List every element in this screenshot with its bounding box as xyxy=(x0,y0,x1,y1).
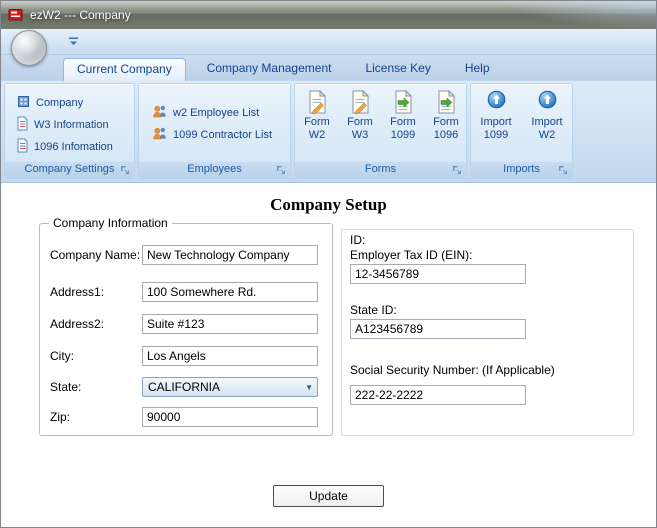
ribbon-item-1099-contractor-list[interactable]: 1099 Contractor List xyxy=(149,125,275,144)
button-label-line2: 1099 xyxy=(390,129,416,141)
import-arrow-icon xyxy=(471,88,521,116)
id-heading: ID: xyxy=(350,233,366,247)
group-caption-employees: Employees xyxy=(139,162,290,178)
zip-label: Zip: xyxy=(50,410,71,424)
address2-input[interactable] xyxy=(142,314,318,334)
ribbon-item-w3-information[interactable]: W3 Information xyxy=(13,115,112,135)
ribbon-tabs: Current Company Company Management Licen… xyxy=(63,58,503,81)
ribbon: Company W3 Information 1096 Infomation C… xyxy=(1,81,656,183)
ribbon-item-label: w2 Employee List xyxy=(173,106,260,119)
ein-input[interactable] xyxy=(350,264,526,284)
button-label-line2: W3 xyxy=(351,129,369,141)
button-label-line1: Form xyxy=(347,116,373,128)
ribbon-item-company[interactable]: Company xyxy=(13,93,86,113)
state-select[interactable]: CALIFORNIA ▼ xyxy=(142,377,318,397)
window-title: ezW2 --- Company xyxy=(30,8,131,22)
people-icon xyxy=(152,126,168,143)
ribbon-item-label: 1096 Infomation xyxy=(34,141,113,153)
people-icon xyxy=(152,104,168,121)
city-label: City: xyxy=(50,349,74,363)
ribbon-item-label: W3 Information xyxy=(34,119,109,131)
state-select-value: CALIFORNIA xyxy=(148,380,221,394)
dialog-launcher-icon[interactable] xyxy=(120,164,132,176)
form-arrow-icon xyxy=(382,88,424,116)
button-label-line1: Form xyxy=(390,116,416,128)
form-1099-button[interactable]: Form 1099 xyxy=(382,88,424,142)
groupbox-legend: Company Information xyxy=(49,216,172,230)
zip-input[interactable] xyxy=(142,407,318,427)
group-caption-forms: Forms xyxy=(295,162,466,178)
import-w2-button[interactable]: Import W2 xyxy=(522,88,572,142)
company-information-groupbox: Company Information Company Name: Addres… xyxy=(39,216,333,436)
company-name-input[interactable] xyxy=(142,245,318,265)
form-w2-button[interactable]: Form W2 xyxy=(296,88,338,142)
form-w3-button[interactable]: Form W3 xyxy=(339,88,381,142)
button-label-line2: 1096 xyxy=(433,129,459,141)
state-id-input[interactable] xyxy=(350,319,526,339)
page-title: Company Setup xyxy=(270,195,387,214)
document-icon xyxy=(16,116,29,134)
qat-customize-button[interactable] xyxy=(65,34,81,50)
group-imports: Import 1099 Import W2 Imports xyxy=(470,83,573,179)
group-employees: w2 Employee List 1099 Contractor List Em… xyxy=(138,83,291,179)
tab-company-management[interactable]: Company Management xyxy=(194,58,345,81)
update-button[interactable]: Update xyxy=(273,485,384,507)
state-id-label: State ID: xyxy=(350,303,397,317)
group-caption-imports: Imports xyxy=(471,162,572,178)
form-1096-button[interactable]: Form 1096 xyxy=(425,88,467,142)
group-caption-company-settings: Company Settings xyxy=(5,162,134,178)
chevron-down-icon: ▼ xyxy=(305,382,313,392)
dialog-launcher-icon[interactable] xyxy=(558,164,570,176)
dialog-launcher-icon[interactable] xyxy=(452,164,464,176)
button-label-line2: W2 xyxy=(538,129,556,141)
tab-license-key[interactable]: License Key xyxy=(352,58,443,81)
ribbon-tab-strip: Current Company Company Management Licen… xyxy=(1,55,656,81)
button-label-line1: Import xyxy=(531,116,563,128)
address2-label: Address2: xyxy=(50,317,105,331)
tab-help[interactable]: Help xyxy=(452,58,503,81)
button-label-line1: Form xyxy=(304,116,330,128)
form-pencil-icon xyxy=(296,88,338,116)
main-content: Company Setup Company Information Compan… xyxy=(1,183,656,527)
ssn-input[interactable] xyxy=(350,385,526,405)
id-panel: ID: Employer Tax ID (EIN): State ID: Soc… xyxy=(341,229,634,436)
group-company-settings: Company W3 Information 1096 Infomation C… xyxy=(4,83,135,179)
form-pencil-icon xyxy=(339,88,381,116)
building-icon xyxy=(16,94,31,112)
app-icon xyxy=(8,7,24,23)
button-label-line1: Form xyxy=(433,116,459,128)
ribbon-item-1096-infomation[interactable]: 1096 Infomation xyxy=(13,137,116,157)
dialog-launcher-icon[interactable] xyxy=(276,164,288,176)
title-bar: ezW2 --- Company xyxy=(1,1,656,29)
address1-input[interactable] xyxy=(142,282,318,302)
button-label-line1: Import xyxy=(480,116,512,128)
document-icon xyxy=(16,138,29,156)
address1-label: Address1: xyxy=(50,285,105,299)
import-arrow-icon xyxy=(522,88,572,116)
ribbon-item-w2-employee-list[interactable]: w2 Employee List xyxy=(149,103,262,122)
app-window: ezW2 --- Company Current Company Company… xyxy=(0,0,657,528)
city-input[interactable] xyxy=(142,346,318,366)
quick-access-toolbar xyxy=(1,29,656,55)
import-1099-button[interactable]: Import 1099 xyxy=(471,88,521,142)
button-label-line2: 1099 xyxy=(483,129,509,141)
form-arrow-icon xyxy=(425,88,467,116)
button-label-line2: W2 xyxy=(308,129,326,141)
office-orb-button[interactable] xyxy=(11,30,47,66)
tab-current-company[interactable]: Current Company xyxy=(63,58,186,81)
chevron-down-icon xyxy=(68,35,79,49)
ribbon-item-label: Company xyxy=(36,97,84,109)
ssn-label: Social Security Number: (If Applicable) xyxy=(350,363,555,377)
state-label: State: xyxy=(50,380,82,394)
company-name-label: Company Name: xyxy=(50,248,141,262)
ribbon-item-label: 1099 Contractor List xyxy=(173,128,273,141)
group-forms: Form W2 Form W3 Form 1099 Form 1096 Form… xyxy=(294,83,467,179)
ein-label: Employer Tax ID (EIN): xyxy=(350,248,473,262)
